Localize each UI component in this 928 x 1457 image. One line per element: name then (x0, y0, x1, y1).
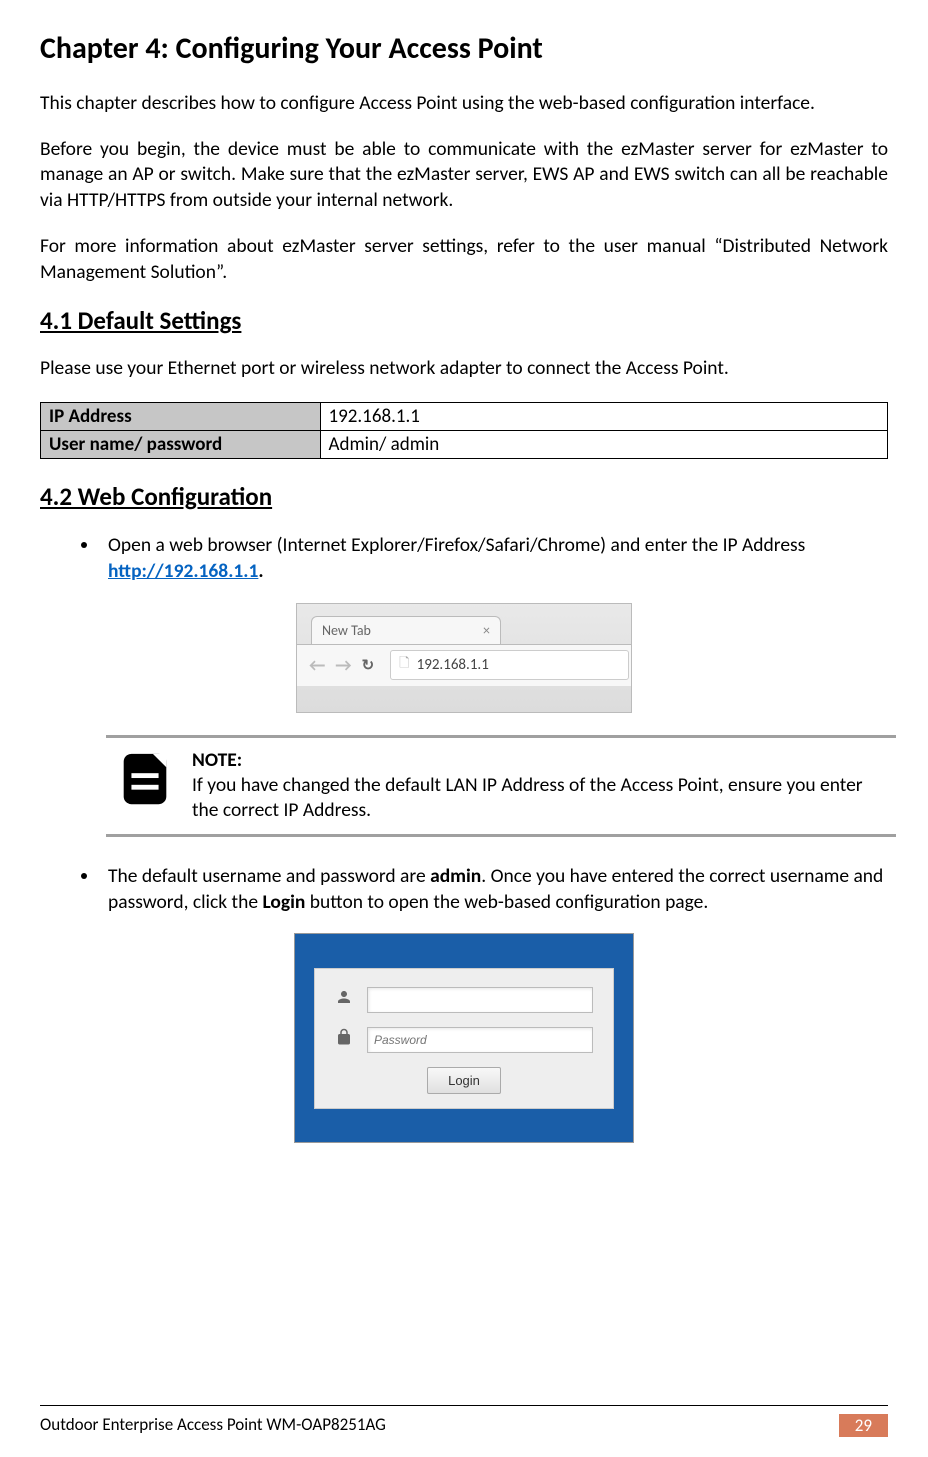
intro-paragraph-1: This chapter describes how to configure … (40, 91, 888, 117)
ip-address-value: 192.168.1.1 (320, 403, 888, 431)
bullet-1-suffix: . (258, 559, 263, 583)
table-row: IP Address 192.168.1.1 (41, 403, 888, 431)
table-row: User name/ password Admin/ admin (41, 431, 888, 459)
intro-paragraph-3: For more information about ezMaster serv… (40, 234, 888, 285)
b2-b2: Login (262, 890, 305, 914)
intro-paragraph-2: Before you begin, the device must be abl… (40, 137, 888, 214)
default-settings-table: IP Address 192.168.1.1 User name/ passwo… (40, 402, 888, 459)
section-4-2-heading: 4.2 Web Configuration (40, 481, 888, 512)
username-row (335, 987, 593, 1013)
b2-p3: button to open the web-based configurati… (305, 890, 708, 914)
login-screenshot: Login (294, 933, 634, 1143)
note-icon (114, 748, 176, 824)
file-icon: 🗋 (399, 654, 409, 676)
section-4-1-text: Please use your Ethernet port or wireles… (40, 356, 888, 382)
note-title: NOTE: (192, 748, 888, 773)
bullet-1-prefix: Open a web browser (Internet Explorer/Fi… (108, 533, 805, 557)
password-input[interactable] (367, 1027, 593, 1053)
back-icon[interactable]: ← (309, 654, 325, 676)
note-box: NOTE: If you have changed the default LA… (106, 735, 896, 837)
browser-toolbar: ← → ↻ 🗋 192.168.1.1 (297, 644, 631, 686)
url-text: 192.168.1.1 (417, 656, 489, 674)
login-button-row: Login (335, 1067, 593, 1094)
login-panel: Login (314, 968, 614, 1109)
login-button[interactable]: Login (427, 1067, 501, 1094)
note-text: If you have changed the default LAN IP A… (192, 773, 888, 824)
browser-tab[interactable]: New Tab × (311, 616, 501, 644)
step-list-2: The default username and password are ad… (40, 863, 888, 916)
ip-address-label: IP Address (41, 403, 321, 431)
list-item: Open a web browser (Internet Explorer/Fi… (100, 532, 888, 585)
password-row (335, 1027, 593, 1053)
page-number: 29 (839, 1414, 888, 1437)
tab-label: New Tab (322, 622, 371, 639)
note-content: NOTE: If you have changed the default LA… (192, 748, 888, 824)
forward-icon[interactable]: → (335, 654, 351, 676)
list-item: The default username and password are ad… (100, 863, 888, 916)
chapter-title: Chapter 4: Configuring Your Access Point (40, 30, 888, 67)
username-password-value: Admin/ admin (320, 431, 888, 459)
username-input[interactable] (367, 987, 593, 1013)
lock-icon (335, 1028, 353, 1051)
page-footer: Outdoor Enterprise Access Point WM-OAP82… (40, 1405, 888, 1437)
step-list: Open a web browser (Internet Explorer/Fi… (40, 532, 888, 585)
username-password-label: User name/ password (41, 431, 321, 459)
b2-b1: admin (430, 864, 481, 888)
browser-screenshot: New Tab × ← → ↻ 🗋 192.168.1.1 (296, 603, 632, 713)
b2-p1: The default username and password are (108, 864, 430, 888)
close-icon[interactable]: × (483, 622, 490, 639)
section-4-1-heading: 4.1 Default Settings (40, 305, 888, 336)
footer-product-name: Outdoor Enterprise Access Point WM-OAP82… (40, 1414, 386, 1437)
ip-link[interactable]: http://192.168.1.1 (108, 559, 258, 583)
user-icon (335, 988, 353, 1011)
reload-icon[interactable]: ↻ (362, 656, 375, 675)
url-bar[interactable]: 🗋 192.168.1.1 (390, 650, 629, 680)
